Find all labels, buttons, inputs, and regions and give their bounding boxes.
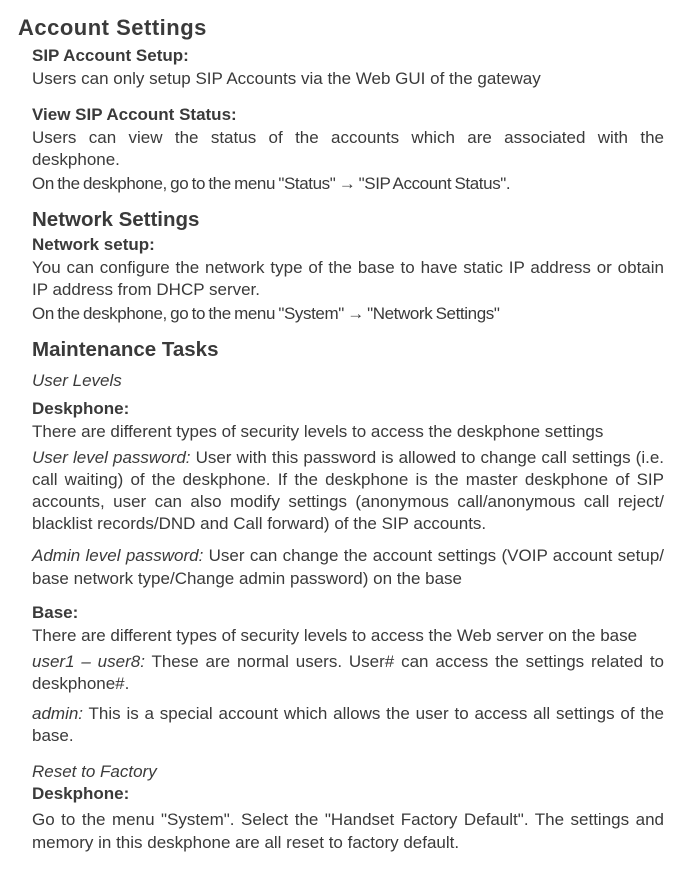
- base-body: There are different types of security le…: [32, 625, 664, 647]
- admin-level-password-block: Admin level password: User can change th…: [32, 545, 664, 589]
- reset-to-factory-heading: Reset to Factory: [32, 761, 664, 783]
- maintenance-tasks-title: Maintenance Tasks: [32, 337, 664, 364]
- reset-deskphone-heading: Deskphone:: [32, 783, 664, 805]
- view-sip-status-body-1: Users can view the status of the account…: [32, 127, 664, 171]
- network-setup-body-2: On the deskphone, go to the menu "System…: [32, 303, 664, 325]
- user-level-password-lead: User level password:: [32, 448, 191, 467]
- deskphone-heading: Deskphone:: [32, 398, 664, 420]
- admin-account-body: This is a special account which allows t…: [32, 704, 664, 745]
- user-levels-heading: User Levels: [32, 370, 664, 392]
- account-settings-title: Account Settings: [18, 14, 664, 43]
- user-level-password-block: User level password: User with this pass…: [32, 447, 664, 535]
- admin-account-block: admin: This is a special account which a…: [32, 703, 664, 747]
- deskphone-body: There are different types of security le…: [32, 421, 664, 443]
- view-sip-status-heading: View SIP Account Status:: [32, 104, 664, 126]
- sip-account-setup-body: Users can only setup SIP Accounts via th…: [32, 68, 664, 90]
- view-sip-status-body-2: On the deskphone, go to the menu "Status…: [32, 173, 664, 195]
- user1-user8-lead: user1 – user8:: [32, 652, 145, 671]
- network-setup-heading: Network setup:: [32, 234, 664, 256]
- admin-account-lead: admin:: [32, 704, 83, 723]
- user1-user8-block: user1 – user8: These are normal users. U…: [32, 651, 664, 695]
- reset-deskphone-body: Go to the menu "System". Select the "Han…: [32, 809, 664, 853]
- admin-level-password-lead: Admin level password:: [32, 546, 203, 565]
- network-setup-body-1: You can configure the network type of th…: [32, 257, 664, 301]
- sip-account-setup-heading: SIP Account Setup:: [32, 45, 664, 67]
- network-settings-title: Network Settings: [32, 207, 664, 234]
- base-heading: Base:: [32, 602, 664, 624]
